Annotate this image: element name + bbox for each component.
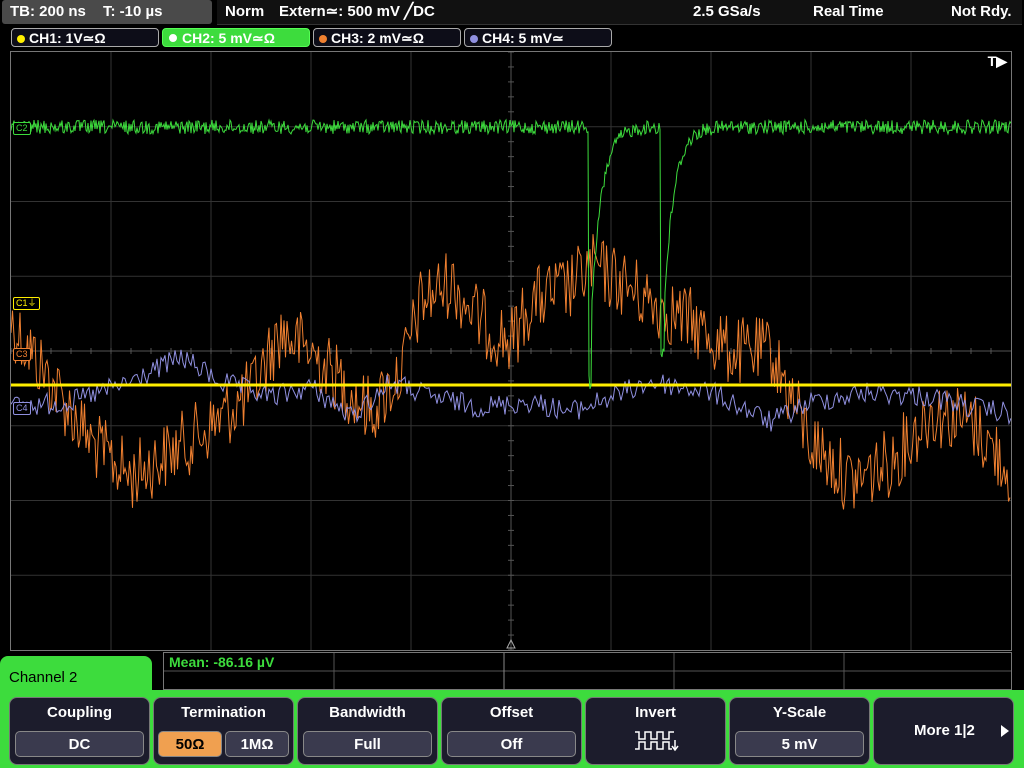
ch4-dot-icon [470,35,478,43]
ch4-offset-marker[interactable]: C4 [13,402,31,415]
channel-panel-tab: Channel 2 [0,656,152,702]
trigger-time-label: T: -10 µs [103,3,163,20]
bandwidth-value[interactable]: Full [303,731,432,757]
ch1-label: CH1: 1V≃Ω [29,30,106,46]
arrow-right-icon [1001,725,1009,737]
invert-wave-icon [635,731,679,752]
timebase-box[interactable]: TB: 200 ns T: -10 µs [2,0,212,24]
timebase-label: TB: 200 ns [10,3,86,20]
coupling-title: Coupling [47,704,112,721]
acquisition-mode: Real Time [813,3,884,20]
termination-50-option[interactable]: 50Ω [158,731,222,757]
offset-title: Offset [489,704,534,721]
invert-softkey[interactable]: Invert [585,697,726,765]
invert-title: Invert [635,704,676,721]
ch3-label: CH3: 2 mV≃Ω [331,30,424,46]
run-state: Not Rdy. [951,3,1012,20]
ch2-label: CH2: 5 mV≃Ω [182,30,275,46]
trigger-source: Extern≃: 500 mV ╱DC [279,3,435,20]
channel-panel-title: Channel 2 [9,669,78,686]
coupling-softkey[interactable]: Coupling DC [9,697,150,765]
yscale-title: Y-Scale [772,704,827,721]
tab-ch4[interactable]: CH4: 5 mV≃ [464,28,612,47]
yscale-softkey[interactable]: Y-Scale 5 mV [729,697,870,765]
bandwidth-softkey[interactable]: Bandwidth Full [297,697,438,765]
measurement-bar[interactable]: Mean: -86.16 µV [163,652,1012,690]
status-bar: TB: 200 ns T: -10 µs Norm Extern≃: 500 m… [0,0,1024,26]
ch4-label: CH4: 5 mV≃ [482,30,564,46]
tab-ch1[interactable]: CH1: 1V≃Ω [11,28,159,47]
termination-title: Termination [181,704,266,721]
ch2-dot-icon [168,33,178,43]
sample-rate: 2.5 GSa/s [693,3,761,20]
termination-softkey[interactable]: Termination 50Ω 1MΩ [153,697,294,765]
ch3-dot-icon [319,35,327,43]
tab-ch3[interactable]: CH3: 2 mV≃Ω [313,28,461,47]
ch3-offset-marker[interactable]: C3 [13,348,31,361]
waveform-display[interactable]: C2 C1⏚ C3 C4 T▶ [10,51,1012,651]
more-label: More 1|2 [914,722,975,739]
tab-ch2[interactable]: CH2: 5 mV≃Ω [162,28,310,47]
offset-value[interactable]: Off [447,731,576,757]
termination-1m-option[interactable]: 1MΩ [225,731,289,757]
measurement-grid [164,653,1011,689]
ch2-offset-marker[interactable]: C2 [13,122,31,135]
coupling-value[interactable]: DC [15,731,144,757]
trigger-position-marker[interactable]: T▶ [988,53,1007,70]
ch1-dot-icon [17,35,25,43]
waveform-canvas [11,52,1011,650]
trigger-info-box[interactable]: Norm Extern≃: 500 mV ╱DC 2.5 GSa/s Real … [217,0,1022,25]
trigger-mode: Norm [225,3,265,20]
more-softkey[interactable]: More 1|2 [873,697,1014,765]
offset-softkey[interactable]: Offset Off [441,697,582,765]
yscale-value[interactable]: 5 mV [735,731,864,757]
ch1-offset-marker[interactable]: C1⏚ [13,297,40,310]
bandwidth-title: Bandwidth [329,704,406,721]
